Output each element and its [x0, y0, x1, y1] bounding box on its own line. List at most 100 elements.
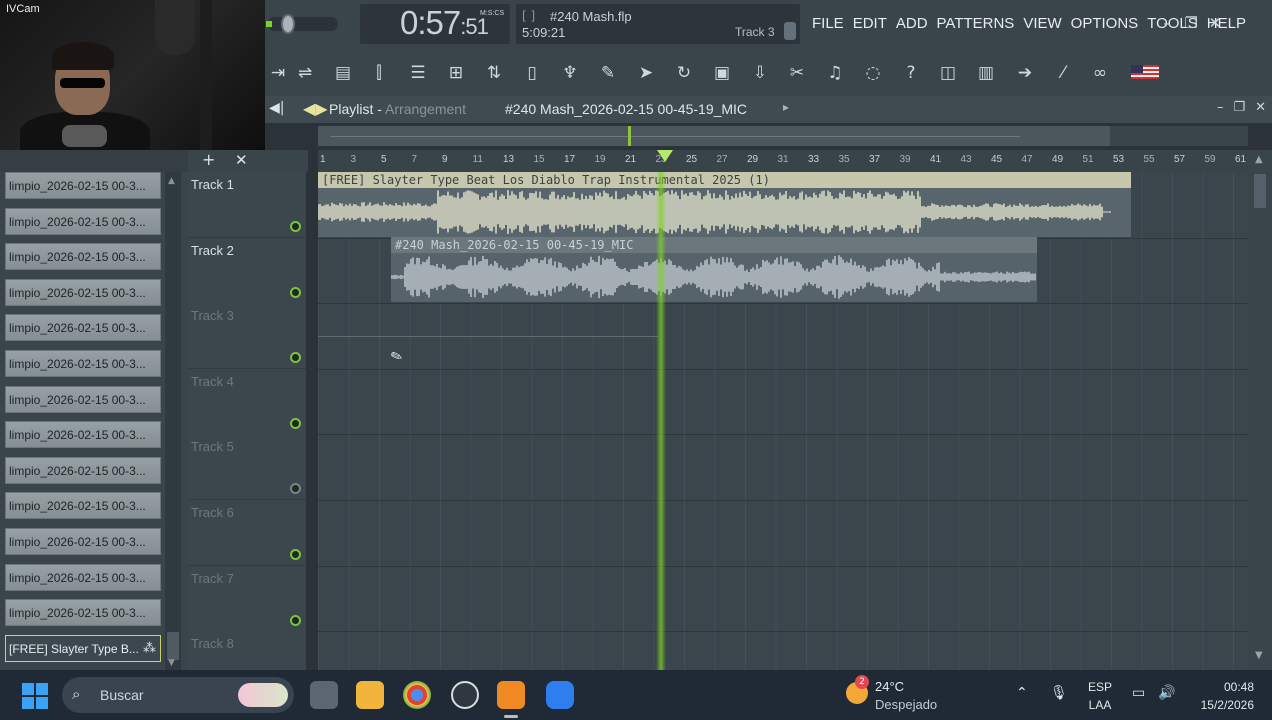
track-header[interactable]: Track 4 — [188, 368, 306, 435]
browser-item[interactable]: limpio_2026-02-15 00-3... — [5, 243, 161, 271]
track-header[interactable]: Track 2 — [188, 237, 306, 304]
browser-item[interactable]: limpio_2026-02-15 00-3... — [5, 385, 161, 413]
close-icon[interactable]: ✕ — [1208, 14, 1222, 32]
keyboard-icon[interactable]: ▥ — [973, 60, 999, 86]
help-icon[interactable]: ? — [898, 60, 924, 86]
browser-item[interactable]: limpio_2026-02-15 00-3... — [5, 421, 161, 449]
pattern-mode-icon[interactable]: ⇌ — [292, 60, 318, 86]
song-position-bar[interactable] — [318, 126, 1248, 146]
channel-rack-icon[interactable]: ☰ — [405, 60, 431, 86]
network-icon[interactable]: ▭ — [1132, 685, 1145, 701]
browser-scrollbar[interactable]: ▲ ▼ — [165, 172, 181, 670]
pointer-icon[interactable]: ➤ — [633, 60, 659, 86]
browser-item[interactable]: limpio_2026-02-15 00-3... — [5, 278, 161, 306]
volume-knob[interactable] — [281, 14, 295, 34]
save-icon[interactable]: ▣ — [709, 60, 735, 86]
taskbar-clock[interactable]: 00:48 15/2/2026 — [1194, 678, 1254, 714]
restore-icon[interactable]: ❐ — [1184, 14, 1198, 32]
browser-item[interactable]: limpio_2026-02-15 00-3... — [5, 314, 161, 342]
menu-options[interactable]: OPTIONS — [1071, 15, 1139, 32]
playlist-scroll-thumb[interactable] — [1254, 174, 1266, 208]
language-indicator[interactable]: ESP LAA — [1088, 678, 1112, 714]
pattern-arrow-icon[interactable]: ▸ — [783, 100, 789, 114]
undo-icon[interactable]: ↻ — [671, 60, 697, 86]
time-display[interactable]: 0:57:51 M:S:CS — [360, 4, 510, 44]
chat-icon[interactable]: ◌ — [860, 60, 886, 86]
track-header[interactable]: Track 1 — [188, 172, 306, 238]
track-mute-led[interactable] — [290, 614, 301, 626]
menu-view[interactable]: VIEW — [1023, 15, 1061, 32]
start-button[interactable] — [22, 683, 48, 709]
track-header[interactable]: Track 5 — [188, 434, 306, 501]
remove-icon[interactable]: ✕ — [235, 151, 248, 169]
play-icon[interactable]: ◀▶ — [303, 99, 328, 118]
volume-icon[interactable]: 🔊 — [1158, 685, 1175, 701]
render-icon[interactable]: ⇩ — [747, 60, 773, 86]
browser-item[interactable]: limpio_2026-02-15 00-3... — [5, 456, 161, 484]
timeline-ruler[interactable]: 1 3 5 7 9 11 13 15 17 19 21 23 25 27 29 31 33 35 37 39 41 43 4… — [318, 150, 1248, 172]
plugin-icon[interactable]: ♆ — [557, 60, 583, 86]
track-header[interactable]: Track 3 — [188, 303, 306, 370]
menu-patterns[interactable]: PATTERNS — [937, 15, 1015, 32]
file-explorer-icon[interactable] — [356, 681, 384, 709]
browser-item[interactable]: limpio_2026-02-15 00-3... — [5, 599, 161, 627]
chevron-up-icon[interactable]: ⌃ — [1016, 685, 1028, 701]
track-knob[interactable] — [784, 22, 796, 40]
track-header[interactable]: Track 7 — [188, 565, 306, 632]
playlist-vertical-scrollbar[interactable]: ▲ ▼ — [1248, 150, 1272, 670]
split-icon[interactable]: ⇅ — [481, 60, 507, 86]
cut-icon[interactable]: ✂ — [784, 60, 810, 86]
us-flag-icon[interactable] — [1131, 65, 1159, 79]
taskbar-search[interactable]: ⌕ Buscar — [62, 677, 294, 713]
browser-item[interactable]: limpio_2026-02-15 00-3... — [5, 350, 161, 377]
scroll-up-icon[interactable]: ▲ — [1255, 154, 1263, 165]
browser-item[interactable]: limpio_2026-02-15 00-3... — [5, 172, 161, 199]
minimize-icon[interactable]: – — [1160, 14, 1174, 32]
track-mute-led[interactable] — [290, 352, 301, 364]
task-view-icon[interactable] — [310, 681, 338, 709]
add-track-icon[interactable]: + — [202, 150, 215, 169]
browser-item-selected[interactable]: [FREE] Slayter Type B... ⁂ — [5, 634, 161, 662]
obs-icon[interactable] — [451, 681, 479, 709]
new-file-icon[interactable]: ▯ — [519, 60, 545, 86]
microphone-icon[interactable]: ♫ — [822, 60, 848, 86]
scroll-up-icon[interactable]: ▲ — [168, 176, 175, 186]
track-mute-led[interactable] — [290, 417, 301, 429]
speaker-icon[interactable]: ◀| — [269, 100, 284, 116]
audio-clip-mic[interactable]: #240 Mash_2026-02-15 00-45-19_MIC — [391, 237, 1037, 302]
browser-item[interactable]: limpio_2026-02-15 00-3... — [5, 563, 161, 591]
tempo-icon[interactable]: ⇥ — [265, 60, 291, 86]
track-mute-led[interactable] — [290, 286, 301, 298]
scroll-down-icon[interactable]: ▼ — [1255, 650, 1263, 661]
song-position-marker[interactable] — [628, 126, 631, 146]
piano-roll-icon[interactable]: ▤ — [330, 60, 356, 86]
master-volume-slider[interactable] — [266, 14, 338, 34]
arrow-icon[interactable]: ➔ — [1012, 60, 1038, 86]
menu-edit[interactable]: EDIT — [853, 15, 887, 32]
track-mute-led[interactable] — [290, 549, 301, 560]
link-icon[interactable]: ∞ — [1087, 60, 1113, 86]
track-header[interactable]: Track 6 — [188, 500, 306, 566]
microphone-icon[interactable]: 🎙 — [1050, 685, 1068, 701]
pencil-icon[interactable]: ⁄ — [1050, 60, 1076, 86]
track-mute-led[interactable] — [290, 483, 301, 495]
playlist-restore-icon[interactable]: ❐ — [1233, 100, 1245, 115]
scroll-down-icon[interactable]: ▼ — [168, 658, 175, 668]
chrome-icon[interactable] — [403, 681, 431, 709]
browser-item[interactable]: limpio_2026-02-15 00-3... — [5, 528, 161, 555]
playlist-close-icon[interactable]: ✕ — [1255, 100, 1266, 115]
mixer-icon[interactable]: ⫿ — [366, 60, 392, 86]
fl-studio-icon[interactable] — [497, 681, 525, 718]
playlist-minimize-icon[interactable]: – — [1217, 100, 1224, 115]
menu-add[interactable]: ADD — [896, 15, 928, 32]
brush-icon[interactable]: ✎ — [595, 60, 621, 86]
browser-item[interactable]: limpio_2026-02-15 00-3... — [5, 207, 161, 235]
audio-clip-beat[interactable]: [FREE] Slayter Type Beat Los Diablo Trap… — [318, 172, 1131, 237]
browser-scroll-thumb[interactable] — [167, 632, 179, 660]
track-mute-led[interactable] — [290, 221, 301, 232]
window-icon[interactable]: ◫ — [935, 60, 961, 86]
step-seq-icon[interactable]: ⊞ — [443, 60, 469, 86]
current-pattern[interactable]: #240 Mash_2026-02-15 00-45-19_MIC — [505, 101, 747, 117]
menu-file[interactable]: FILE — [812, 15, 844, 32]
ivcam-icon[interactable] — [546, 681, 574, 709]
